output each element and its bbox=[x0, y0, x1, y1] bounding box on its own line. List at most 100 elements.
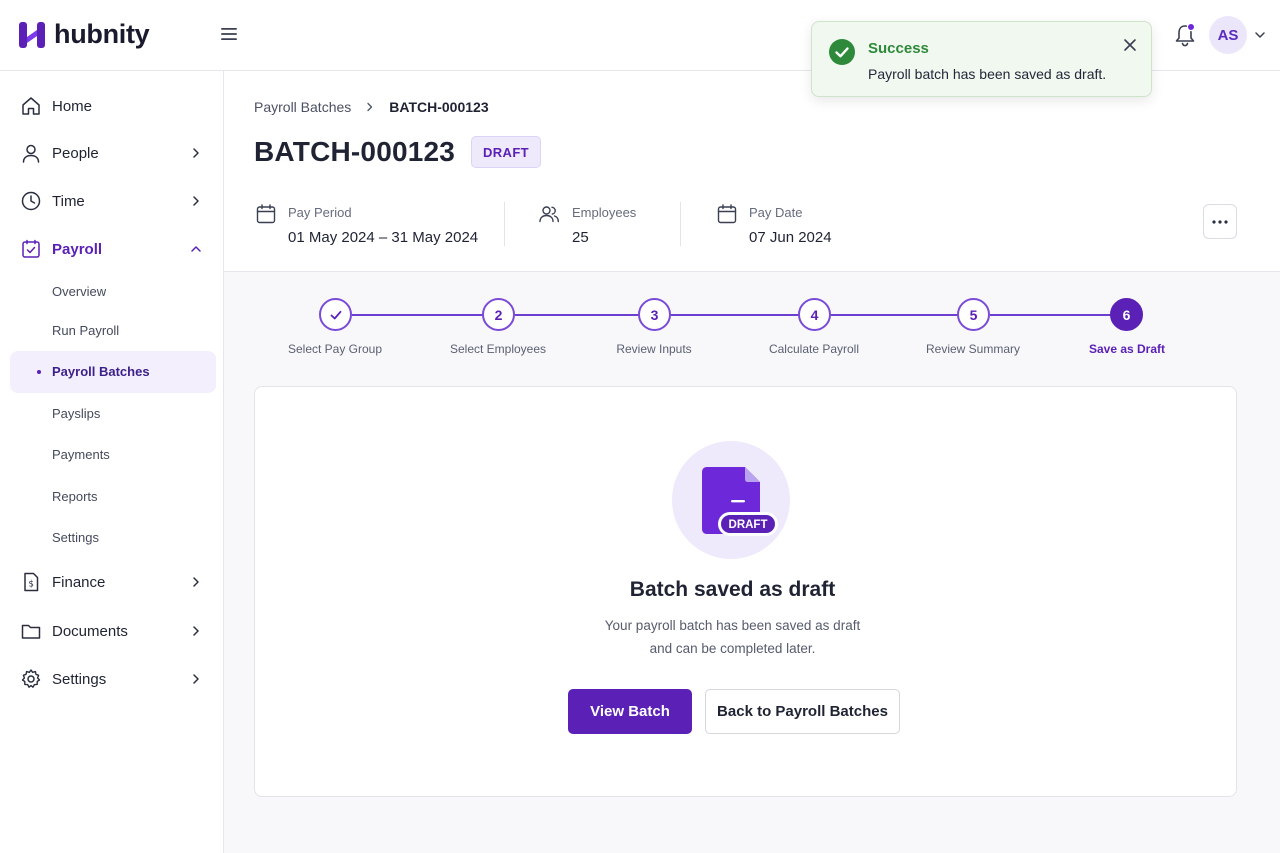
close-icon[interactable] bbox=[1123, 38, 1137, 52]
sidebar-item-people[interactable]: People bbox=[0, 133, 224, 173]
step-3-circle: 3 bbox=[638, 298, 671, 331]
employees-value: 25 bbox=[572, 229, 589, 246]
users-icon bbox=[539, 206, 559, 223]
sidebar-subitem-payslips[interactable]: Payslips bbox=[10, 393, 216, 435]
step-6-label: Save as Draft bbox=[1088, 342, 1166, 356]
sidebar-subitem-label: Reports bbox=[52, 489, 98, 504]
divider bbox=[680, 202, 681, 246]
chevron-down-icon[interactable] bbox=[1254, 29, 1266, 41]
sidebar-item-label: Documents bbox=[52, 622, 128, 640]
active-dot bbox=[37, 370, 41, 374]
step-6-circle: 6 bbox=[1110, 298, 1143, 331]
confirmation-title: Batch saved as draft bbox=[629, 578, 836, 601]
sidebar-subitem-label: Payments bbox=[52, 447, 110, 462]
confirmation-description: Your payroll batch has been saved as dra… bbox=[554, 614, 911, 660]
step-connector bbox=[831, 314, 958, 316]
check-circle-icon bbox=[829, 39, 855, 65]
toast-message: Payroll batch has been saved as draft. bbox=[868, 66, 1107, 82]
pay-date-value: 07 Jun 2024 bbox=[749, 229, 832, 246]
back-to-payroll-batches-button[interactable]: Back to Payroll Batches bbox=[705, 689, 900, 734]
sidebar-subitem-label: Payroll Batches bbox=[52, 364, 150, 379]
calendar-icon bbox=[256, 204, 276, 224]
status-badge: DRAFT bbox=[471, 136, 541, 168]
payroll-icon bbox=[22, 239, 40, 258]
sidebar-item-label: Home bbox=[52, 97, 93, 115]
step-1-label: Select Pay Group bbox=[287, 342, 383, 356]
sidebar-subitem-overview[interactable]: Overview bbox=[10, 271, 216, 313]
sidebar-subitem-payments[interactable]: Payments bbox=[10, 434, 216, 476]
sidebar-item-home[interactable]: Home bbox=[0, 86, 224, 126]
sidebar-subitem-label: Overview bbox=[52, 284, 107, 299]
toast-title: Success bbox=[868, 40, 929, 57]
home-icon bbox=[22, 97, 40, 115]
svg-text:$: $ bbox=[28, 580, 33, 590]
chevron-right-icon bbox=[193, 577, 199, 587]
sidebar-item-label: People bbox=[52, 144, 99, 162]
more-actions-button[interactable] bbox=[1203, 204, 1237, 239]
sidebar-subitem-settings[interactable]: Settings bbox=[10, 517, 216, 559]
page-title: BATCH-000123 bbox=[254, 136, 456, 167]
step-5-label: Review Summary bbox=[925, 342, 1021, 356]
divider bbox=[504, 202, 505, 246]
step-3-label: Review Inputs bbox=[616, 342, 692, 356]
app-logo[interactable]: hubnity bbox=[18, 19, 150, 50]
sidebar-subitem-label: Payslips bbox=[52, 406, 101, 421]
sidebar-item-label: Finance bbox=[52, 573, 106, 591]
finance-icon: $ bbox=[24, 572, 39, 592]
user-icon bbox=[22, 144, 40, 163]
step-4-label: Calculate Payroll bbox=[768, 342, 860, 356]
pay-date-label: Pay Date bbox=[749, 205, 803, 220]
hamburger-icon[interactable] bbox=[220, 25, 238, 43]
clock-icon bbox=[21, 191, 41, 211]
view-batch-button[interactable]: View Batch bbox=[568, 689, 692, 734]
employees-label: Employees bbox=[572, 205, 637, 220]
breadcrumb-current: BATCH-000123 bbox=[389, 99, 489, 115]
draft-badge-text: DRAFT bbox=[729, 519, 768, 531]
check-icon bbox=[330, 310, 341, 319]
gear-icon bbox=[21, 669, 41, 688]
step-1-circle bbox=[319, 298, 352, 331]
sidebar-item-time[interactable]: Time bbox=[0, 181, 224, 221]
app-name: hubnity bbox=[54, 19, 150, 49]
chevron-up-icon bbox=[191, 246, 201, 252]
breadcrumb-link[interactable]: Payroll Batches bbox=[254, 99, 351, 115]
draft-document-icon: DRAFT bbox=[672, 441, 790, 559]
divider bbox=[224, 271, 1280, 272]
chevron-right-icon bbox=[193, 148, 199, 158]
pay-period-label: Pay Period bbox=[288, 205, 352, 220]
step-5-circle: 5 bbox=[957, 298, 990, 331]
sidebar: Home People Time Payroll Overview Run Pa… bbox=[0, 71, 224, 853]
step-connector bbox=[515, 314, 639, 316]
sidebar-item-payroll[interactable]: Payroll bbox=[0, 229, 224, 269]
chevron-right-icon bbox=[193, 196, 199, 206]
sidebar-item-label: Time bbox=[52, 192, 85, 210]
logo-icon bbox=[19, 21, 45, 48]
step-connector bbox=[671, 314, 799, 316]
breadcrumb: Payroll Batches BATCH-000123 bbox=[254, 99, 489, 115]
sidebar-item-label: Settings bbox=[52, 670, 107, 688]
bell-icon[interactable] bbox=[1173, 22, 1197, 48]
chevron-right-icon bbox=[193, 626, 199, 636]
sidebar-item-label: Payroll bbox=[52, 240, 103, 258]
pay-period-value: 01 May 2024 – 31 May 2024 bbox=[288, 229, 479, 246]
step-4-circle: 4 bbox=[798, 298, 831, 331]
step-2-circle: 2 bbox=[482, 298, 515, 331]
sidebar-subitem-payroll-batches[interactable]: Payroll Batches bbox=[10, 351, 216, 393]
folder-icon bbox=[21, 624, 41, 639]
description-line: Your payroll batch has been saved as dra… bbox=[604, 618, 861, 633]
sidebar-subitem-label: Run Payroll bbox=[52, 323, 120, 338]
sidebar-subitem-reports[interactable]: Reports bbox=[10, 476, 216, 518]
chevron-right-icon bbox=[193, 674, 199, 684]
sidebar-subitem-label: Settings bbox=[52, 530, 99, 545]
step-2-label: Select Employees bbox=[449, 342, 547, 356]
calendar-icon bbox=[717, 204, 737, 224]
sidebar-subitem-run-payroll[interactable]: Run Payroll bbox=[10, 310, 216, 352]
sidebar-item-finance[interactable]: $ Finance bbox=[0, 562, 224, 602]
more-horizontal-icon bbox=[1212, 219, 1228, 224]
chevron-right-icon bbox=[367, 102, 373, 112]
sidebar-item-settings[interactable]: Settings bbox=[0, 659, 224, 699]
description-line: and can be completed later. bbox=[649, 641, 816, 656]
avatar[interactable]: AS bbox=[1209, 16, 1247, 54]
success-toast: Success Payroll batch has been saved as … bbox=[811, 21, 1152, 97]
sidebar-item-documents[interactable]: Documents bbox=[0, 611, 224, 651]
